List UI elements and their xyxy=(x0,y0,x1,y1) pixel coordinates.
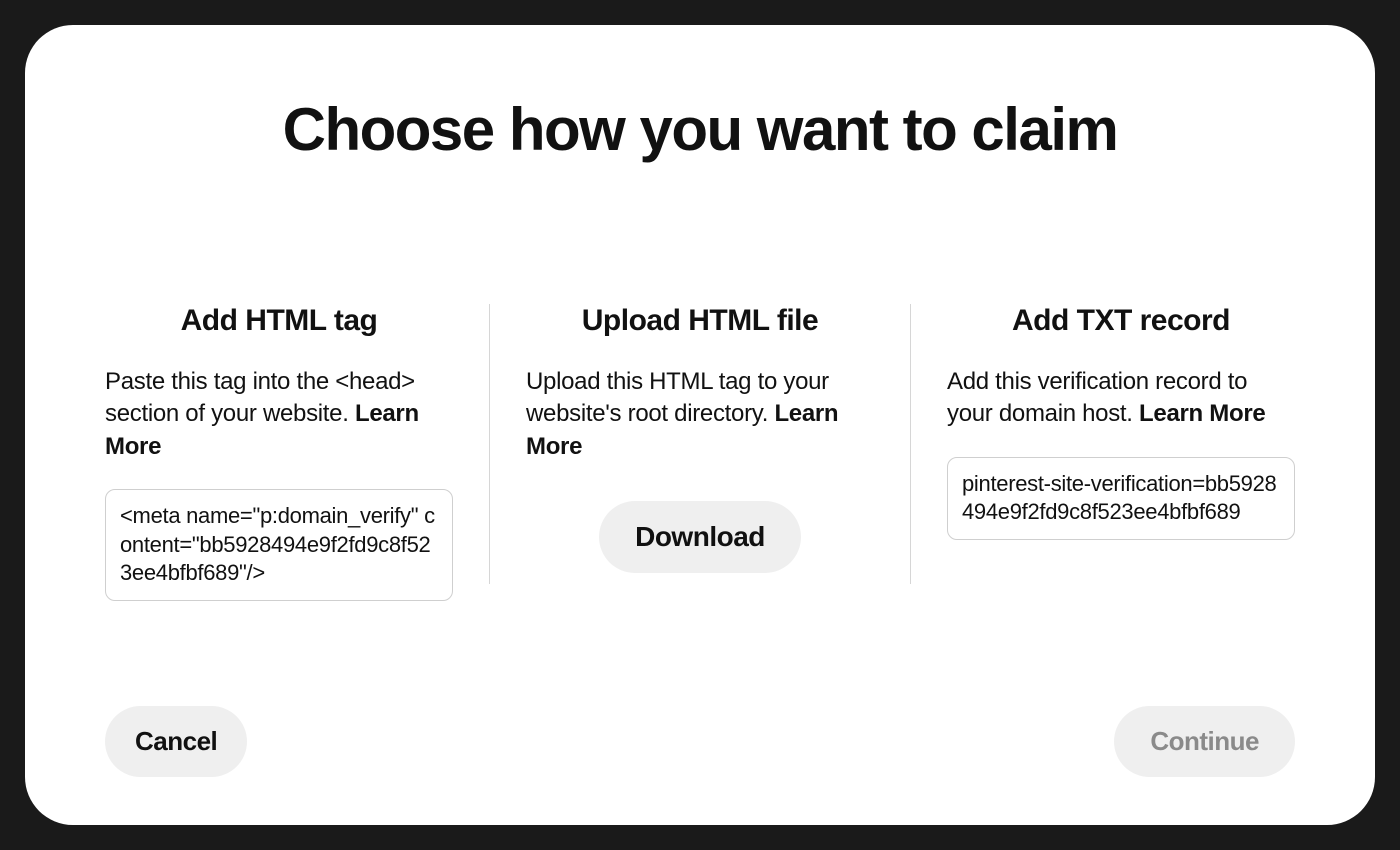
download-button[interactable]: Download xyxy=(599,501,801,573)
option-txt-record-desc: Add this verification record to your dom… xyxy=(947,366,1295,431)
option-txt-record-title: Add TXT record xyxy=(947,304,1295,338)
option-txt-record[interactable]: Add TXT record Add this verification rec… xyxy=(911,304,1295,676)
txt-record-code-box[interactable]: pinterest-site-verification=bb5928494e9f… xyxy=(947,457,1295,540)
continue-button[interactable]: Continue xyxy=(1114,706,1295,777)
option-html-file[interactable]: Upload HTML file Upload this HTML tag to… xyxy=(490,304,910,676)
option-html-tag-desc: Paste this tag into the <head> section o… xyxy=(105,366,453,463)
cancel-button[interactable]: Cancel xyxy=(105,706,247,777)
download-button-wrap: Download xyxy=(526,501,874,573)
option-html-tag[interactable]: Add HTML tag Paste this tag into the <he… xyxy=(105,304,489,676)
modal-title: Choose how you want to claim xyxy=(105,95,1295,164)
learn-more-link[interactable]: Learn More xyxy=(1139,400,1265,427)
option-html-tag-title: Add HTML tag xyxy=(105,304,453,338)
option-html-file-desc: Upload this HTML tag to your website's r… xyxy=(526,366,874,463)
html-tag-code-box[interactable]: <meta name="p:domain_verify" content="bb… xyxy=(105,489,453,601)
claim-method-modal: Choose how you want to claim Add HTML ta… xyxy=(25,25,1375,825)
options-row: Add HTML tag Paste this tag into the <he… xyxy=(105,304,1295,676)
modal-footer: Cancel Continue xyxy=(105,676,1295,777)
option-html-file-title: Upload HTML file xyxy=(526,304,874,338)
